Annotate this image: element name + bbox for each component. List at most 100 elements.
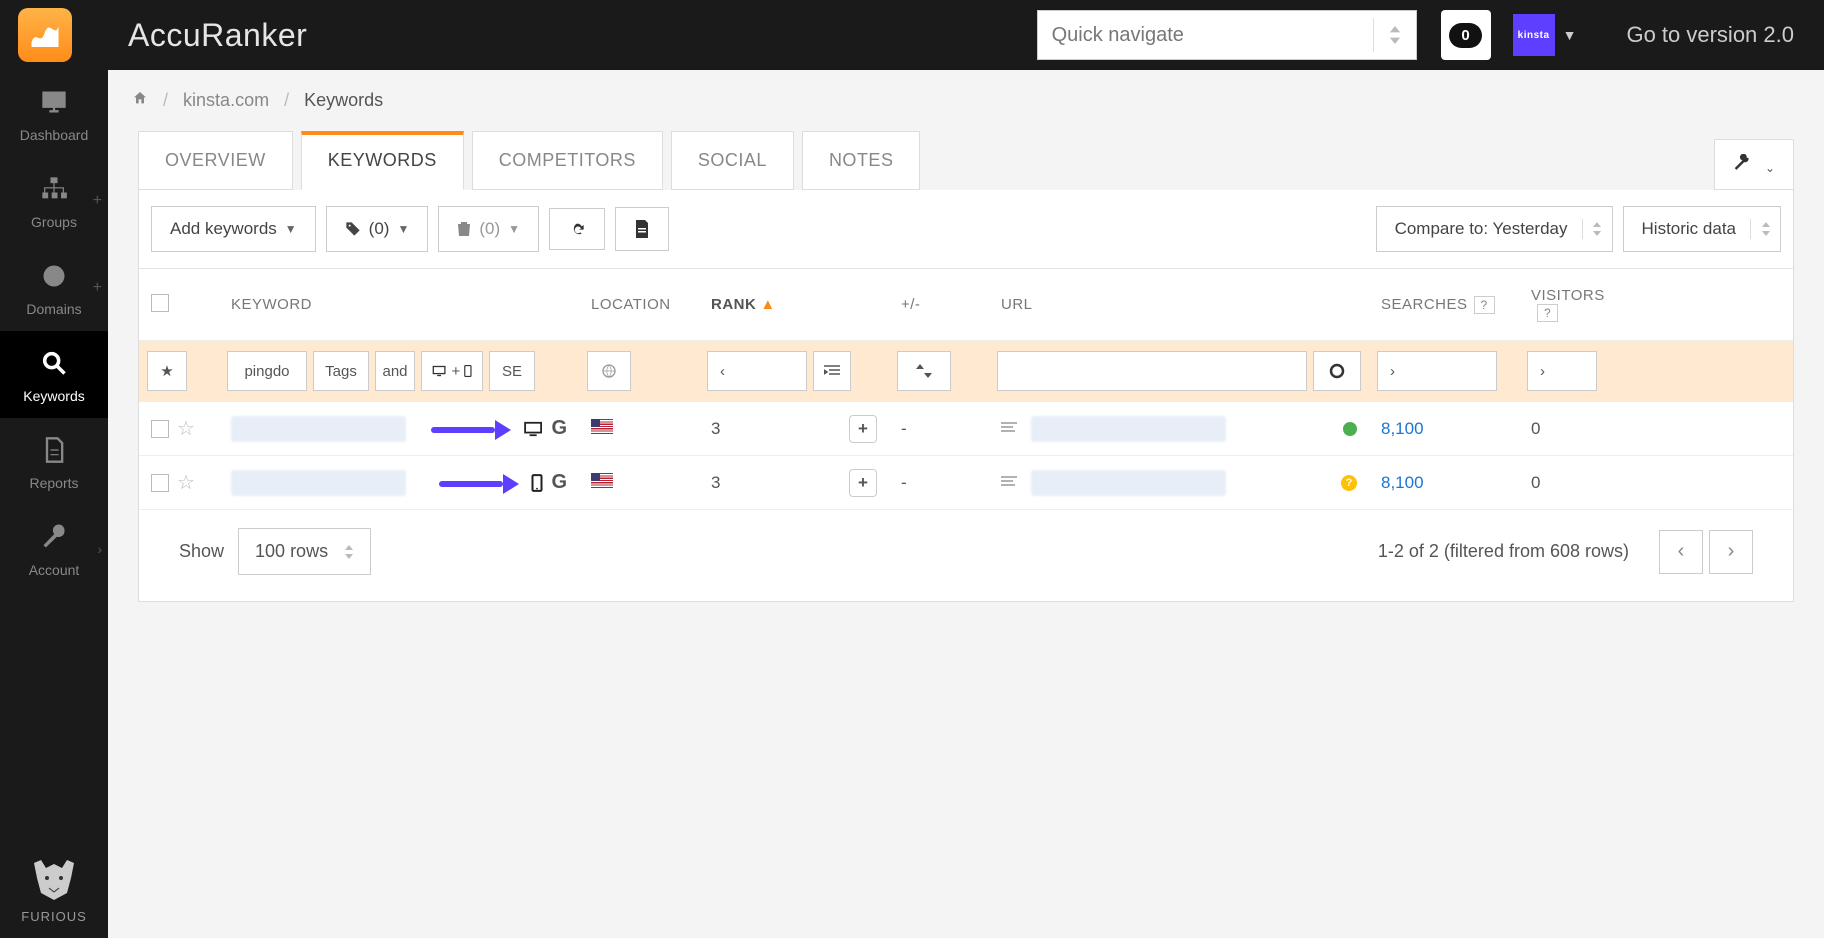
keyword-filter-input[interactable]: pingdo (227, 351, 307, 391)
tab-keywords[interactable]: KEYWORDS (301, 131, 464, 190)
col-location[interactable]: LOCATION (579, 278, 699, 331)
annotation-arrow-icon (431, 423, 511, 435)
sidebar-item-reports[interactable]: Reports (0, 418, 108, 505)
prev-page-button[interactable]: ‹ (1659, 530, 1703, 574)
refresh-icon (568, 221, 586, 237)
tags-filter[interactable]: Tags (313, 351, 369, 391)
tab-overview[interactable]: OVERVIEW (138, 131, 293, 190)
url-filter-button[interactable] (1313, 351, 1361, 391)
help-icon[interactable]: ? (1537, 304, 1558, 322)
row-checkbox[interactable] (151, 420, 169, 438)
text-lines-icon (1001, 473, 1017, 493)
quick-navigate-placeholder: Quick navigate (1052, 24, 1184, 47)
quick-navigate-select[interactable]: Quick navigate (1037, 10, 1417, 60)
account-dropdown-caret-icon[interactable]: ▼ (1563, 27, 1577, 43)
sort-icon (344, 545, 354, 559)
table-filter-row: ★ pingdo Tags and + SE (139, 341, 1793, 402)
tags-dropdown[interactable]: (0)▼ (326, 206, 429, 252)
account-badge[interactable]: kinsta (1513, 14, 1555, 56)
change-filter[interactable] (897, 351, 951, 391)
chevron-down-icon: ⌄ (1765, 161, 1775, 175)
col-visitors[interactable]: VISITORS? (1519, 269, 1629, 340)
keyword-text-redacted (231, 416, 406, 442)
notifications-counter[interactable]: 0 (1441, 10, 1491, 60)
searches-value[interactable]: 8,100 (1369, 463, 1519, 503)
rank-filter-input[interactable]: ‹ (707, 351, 807, 391)
tab-social[interactable]: SOCIAL (671, 131, 794, 190)
sort-asc-icon: ▲ (760, 296, 775, 313)
search-icon (40, 349, 68, 377)
sidebar-item-domains[interactable]: Domains + (0, 244, 108, 331)
rows-per-page-select[interactable]: 100 rows (238, 528, 371, 575)
brand-name: AccuRanker (128, 17, 307, 54)
next-page-button[interactable]: › (1709, 530, 1753, 574)
expand-button[interactable]: + (849, 469, 877, 497)
star-icon[interactable]: ☆ (177, 416, 195, 441)
sort-icon (1761, 222, 1771, 236)
tools-dropdown[interactable]: ⌄ (1714, 139, 1794, 190)
compare-to-select[interactable]: Compare to: Yesterday (1376, 206, 1613, 252)
breadcrumb-domain[interactable]: kinsta.com (183, 90, 269, 110)
col-change[interactable]: +/- (889, 278, 989, 331)
plus-icon[interactable]: + (93, 192, 102, 210)
refresh-button[interactable] (549, 208, 605, 250)
pagination-status: 1-2 of 2 (filtered from 608 rows) (1378, 541, 1629, 562)
chart-wave-icon (27, 17, 63, 53)
keywords-panel: Add keywords▼ (0)▼ (0)▼ Compare to: Yest… (138, 190, 1794, 602)
version-link[interactable]: Go to version 2.0 (1626, 22, 1794, 48)
plus-icon[interactable]: + (93, 279, 102, 297)
sidebar-item-keywords[interactable]: Keywords (0, 331, 108, 418)
delete-dropdown[interactable]: (0)▼ (438, 206, 539, 252)
sort-icon (1373, 18, 1402, 52)
visitors-value: 0 (1519, 409, 1629, 449)
desktop-icon (523, 421, 545, 437)
col-searches[interactable]: SEARCHES? (1369, 278, 1519, 332)
updown-icon (915, 364, 933, 378)
brand-logo[interactable] (18, 8, 72, 62)
globe-icon (40, 262, 68, 290)
add-keywords-button[interactable]: Add keywords▼ (151, 206, 316, 252)
col-keyword[interactable]: KEYWORD (219, 278, 579, 331)
col-url[interactable]: URL (989, 278, 1079, 331)
mobile-icon (531, 474, 543, 492)
expand-button[interactable]: + (849, 415, 877, 443)
visitors-filter[interactable]: › (1527, 351, 1597, 391)
google-icon: G (551, 417, 567, 440)
rank-value: 3 (711, 473, 720, 493)
globe-icon (601, 363, 617, 379)
tiger-icon (29, 858, 79, 902)
col-rank[interactable]: RANK▲ (699, 278, 889, 331)
tab-notes[interactable]: NOTES (802, 131, 921, 190)
status-warning-icon: ? (1341, 475, 1357, 491)
se-filter[interactable]: SE (489, 351, 535, 391)
visitors-value: 0 (1519, 463, 1629, 503)
and-filter[interactable]: and (375, 351, 415, 391)
circle-icon (1329, 363, 1345, 379)
annotation-arrow-icon (439, 477, 519, 489)
sidebar-item-groups[interactable]: Groups + (0, 157, 108, 244)
device-filter[interactable]: + (421, 351, 483, 391)
document-icon (40, 436, 68, 464)
help-icon[interactable]: ? (1474, 296, 1495, 314)
tab-competitors[interactable]: COMPETITORS (472, 131, 663, 190)
toolbar: Add keywords▼ (0)▼ (0)▼ Compare to: Yest… (139, 190, 1793, 268)
star-filter[interactable]: ★ (147, 351, 187, 391)
sidebar-item-account[interactable]: Account › (0, 505, 108, 592)
rank-options[interactable] (813, 351, 851, 391)
star-icon[interactable]: ☆ (177, 470, 195, 495)
historic-data-select[interactable]: Historic data (1623, 206, 1781, 252)
status-dot-icon (1343, 422, 1357, 436)
row-checkbox[interactable] (151, 474, 169, 492)
mobile-icon (464, 364, 472, 378)
export-button[interactable] (615, 207, 669, 251)
searches-value[interactable]: 8,100 (1369, 409, 1519, 449)
url-filter-input[interactable] (997, 351, 1307, 391)
furious-badge[interactable]: FURIOUS (21, 858, 87, 938)
select-all-checkbox[interactable] (151, 294, 169, 312)
breadcrumb-home[interactable] (132, 90, 148, 110)
sidebar-item-dashboard[interactable]: Dashboard (0, 70, 108, 157)
searches-filter[interactable]: › (1377, 351, 1497, 391)
tabs: OVERVIEW KEYWORDS COMPETITORS SOCIAL NOT… (108, 131, 1824, 190)
wrench-icon (1733, 154, 1757, 172)
location-filter[interactable] (587, 351, 631, 391)
